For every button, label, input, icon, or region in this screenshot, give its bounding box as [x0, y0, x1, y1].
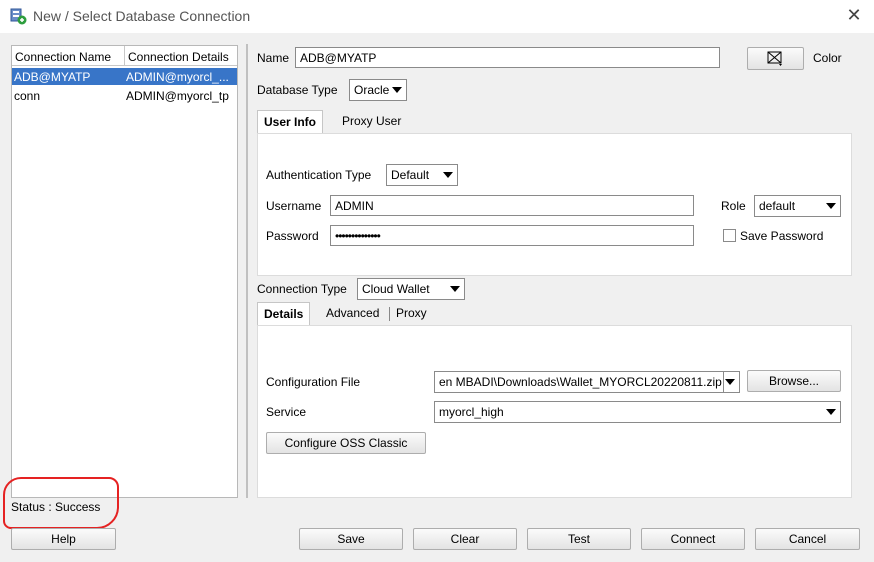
cancel-button[interactable]: Cancel — [755, 528, 860, 550]
name-field[interactable]: ADB@MYATP — [295, 47, 720, 68]
password-field[interactable]: •••••••••••••• — [330, 225, 694, 246]
database-type-value: Oracle — [354, 83, 390, 97]
save-password-checkbox[interactable] — [723, 229, 736, 242]
column-header-name[interactable]: Connection Name — [15, 50, 111, 64]
database-type-label: Database Type — [257, 83, 338, 97]
list-header: Connection Name Connection Details — [12, 46, 237, 66]
title-bar: New / Select Database Connection ✕ — [0, 0, 874, 33]
name-label: Name — [257, 51, 290, 65]
tab-user-info[interactable]: User Info — [257, 110, 324, 134]
role-label: Role — [721, 199, 746, 213]
save-password-label: Save Password — [740, 229, 824, 243]
connect-button[interactable]: Connect — [641, 528, 745, 550]
chevron-down-icon — [725, 379, 735, 385]
connection-details: ADMIN@myorcl_... — [126, 70, 229, 84]
connection-type-value: Cloud Wallet — [362, 282, 430, 296]
chevron-down-icon — [443, 172, 453, 178]
tab-proxy-user[interactable]: Proxy User — [336, 110, 407, 134]
chevron-down-icon — [392, 87, 402, 93]
tab-details[interactable]: Details — [257, 302, 311, 326]
highlight-annotation — [3, 477, 119, 529]
color-swatch-icon — [767, 51, 782, 66]
password-label: Password — [266, 229, 319, 243]
window-title: New / Select Database Connection — [33, 8, 251, 24]
tab-advanced[interactable]: Advanced — [320, 302, 385, 326]
column-divider[interactable] — [124, 46, 125, 66]
role-value: default — [759, 199, 796, 213]
chevron-down-icon — [450, 286, 460, 292]
connection-details: ADMIN@myorcl_tp — [126, 89, 229, 103]
splitter[interactable] — [246, 44, 248, 498]
configuration-file-label: Configuration File — [266, 375, 361, 389]
connection-name: ADB@MYATP — [14, 70, 91, 84]
chevron-down-icon — [826, 203, 836, 209]
connection-type-select[interactable]: Cloud Wallet — [357, 278, 465, 300]
username-label: Username — [266, 199, 322, 213]
test-button[interactable]: Test — [527, 528, 631, 550]
database-icon — [10, 8, 27, 25]
column-header-details[interactable]: Connection Details — [128, 50, 229, 64]
connection-name: conn — [14, 89, 41, 103]
browse-button[interactable]: Browse... — [747, 370, 841, 392]
configure-oss-classic-button[interactable]: Configure OSS Classic — [266, 432, 426, 454]
connection-list[interactable]: Connection Name Connection Details ADB@M… — [11, 45, 238, 498]
save-button[interactable]: Save — [299, 528, 403, 550]
authentication-type-label: Authentication Type — [266, 168, 372, 182]
authentication-type-select[interactable]: Default — [386, 164, 458, 186]
clear-button[interactable]: Clear — [413, 528, 517, 550]
connection-type-label: Connection Type — [257, 282, 347, 296]
authentication-type-value: Default — [391, 168, 430, 182]
service-value: myorcl_high — [439, 405, 504, 419]
configuration-file-value: en MBADI\Downloads\Wallet_MYORCL20220811… — [439, 375, 722, 389]
configuration-file-select[interactable]: en MBADI\Downloads\Wallet_MYORCL20220811… — [434, 371, 740, 393]
color-label: Color — [813, 51, 842, 65]
table-row[interactable]: ADB@MYATP ADMIN@myorcl_... — [12, 68, 237, 85]
service-label: Service — [266, 405, 307, 419]
tab-proxy[interactable]: Proxy — [390, 302, 433, 326]
username-field[interactable]: ADMIN — [330, 195, 694, 216]
table-row[interactable]: conn ADMIN@myorcl_tp — [12, 87, 237, 104]
close-icon[interactable]: ✕ — [844, 5, 864, 25]
chevron-down-icon — [826, 409, 836, 415]
help-button[interactable]: Help — [11, 528, 116, 550]
role-select[interactable]: default — [754, 195, 841, 217]
service-select[interactable]: myorcl_high — [434, 401, 841, 423]
database-type-select[interactable]: Oracle — [349, 79, 407, 101]
color-button[interactable] — [747, 47, 804, 70]
